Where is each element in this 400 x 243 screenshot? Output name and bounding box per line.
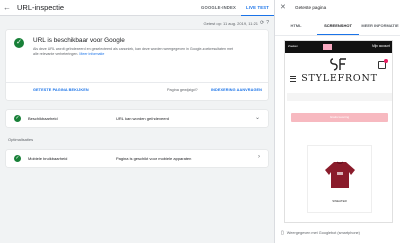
divider [6, 82, 268, 83]
render-label: Weergegeven met Googlebot (smartphone) [286, 231, 360, 235]
panel-title: Geteste pagina [295, 5, 327, 10]
smartphone-icon: ▯ [281, 230, 284, 236]
request-indexing-button[interactable]: INDEXERING AANVRAGEN [211, 88, 262, 92]
promo-banner: Gratis levering [291, 113, 388, 122]
tab-live-test[interactable]: LIVE TEST [241, 0, 274, 16]
chevron-down-icon[interactable]: ⌄ [255, 114, 260, 121]
panel-tabs: HTML SCREENSHOT MEER INFORMATIE [275, 20, 400, 36]
product-card: SWEATER [307, 145, 372, 213]
tested-info: Getest op: 11 aug. 2019, 11:21 ⟳ ? [203, 20, 269, 26]
promo-bar: Zoeken Mijn account [285, 41, 392, 53]
tab-html[interactable]: HTML [275, 20, 317, 35]
inspection-tabs: GOOGLE-INDEX LIVE TEST [196, 0, 274, 16]
tested-label: Getest op: 11 aug. 2019, 11:21 [203, 20, 259, 26]
product-name: SWEATER [332, 199, 347, 203]
summary-title: URL is beschikbaar voor Google [33, 37, 125, 44]
summary-description-text: Als deze URL wordt geïndexeerd en gesele… [33, 47, 234, 56]
row-label: Beschikbaarheid [28, 116, 58, 121]
more-info-link[interactable]: Meer informatie [79, 52, 104, 56]
gray-banner [287, 93, 392, 101]
close-icon[interactable]: ✕ [280, 3, 286, 11]
availability-row[interactable]: ✓ Beschikbaarheid URL kan worden geïndex… [6, 110, 268, 127]
sweater-image [325, 161, 355, 188]
account-label: Mijn account [372, 44, 390, 48]
brand-logo-icon [330, 58, 346, 71]
page-title: URL-inspectie [17, 3, 65, 12]
section-label: Optimalisaties [8, 137, 34, 142]
history-icon[interactable]: ⟳ [260, 20, 264, 26]
check-circle-icon: ✓ [14, 155, 21, 162]
language-select: Zoeken [288, 44, 299, 48]
row-label: Mobiele bruikbaarheid [28, 156, 68, 161]
tab-more-info[interactable]: MEER INFORMATIE [359, 20, 400, 35]
arrow-left-icon[interactable]: ← [3, 3, 11, 13]
panel-header: ✕ Geteste pagina [275, 0, 400, 16]
tested-page-panel: ✕ Geteste pagina HTML SCREENSHOT MEER IN… [274, 0, 400, 243]
shopping-bag-icon [378, 59, 388, 69]
chevron-right-icon[interactable]: › [258, 154, 260, 160]
page-changed-label: Pagina gewijzigd? [167, 88, 198, 92]
url-inspection-screen: ← URL-inspectie GOOGLE-INDEX LIVE TEST G… [0, 0, 400, 243]
tab-google-index[interactable]: GOOGLE-INDEX [196, 0, 241, 16]
top-bar: ← URL-inspectie GOOGLE-INDEX LIVE TEST [0, 0, 274, 16]
brand-name: STYLEFRONT [301, 73, 378, 84]
page-screenshot: Zoeken Mijn account STYLEFRONT Gratis le… [284, 40, 393, 223]
row-value: URL kan worden geïndexeerd [116, 116, 169, 121]
flag-icon [323, 44, 332, 50]
view-tested-page-button[interactable]: GETESTE PAGINA BEKIJKEN [33, 88, 89, 92]
check-circle-icon: ✓ [14, 115, 21, 122]
row-value: Pagina is geschikt voor mobiele apparate… [116, 156, 192, 161]
tab-screenshot[interactable]: SCREENSHOT [317, 20, 359, 35]
summary-description: Als deze URL wordt geïndexeerd en gesele… [33, 47, 238, 57]
mobile-usability-row[interactable]: ✓ Mobiele bruikbaarheid Pagina is geschi… [6, 150, 268, 167]
check-circle-icon: ✓ [14, 38, 24, 48]
help-icon[interactable]: ? [266, 20, 269, 26]
summary-card: ✓ URL is beschikbaar voor Google Als dez… [6, 30, 268, 100]
render-info: ▯ Weergegeven met Googlebot (smartphone) [281, 230, 360, 236]
inspection-panel: ← URL-inspectie GOOGLE-INDEX LIVE TEST G… [0, 0, 274, 243]
